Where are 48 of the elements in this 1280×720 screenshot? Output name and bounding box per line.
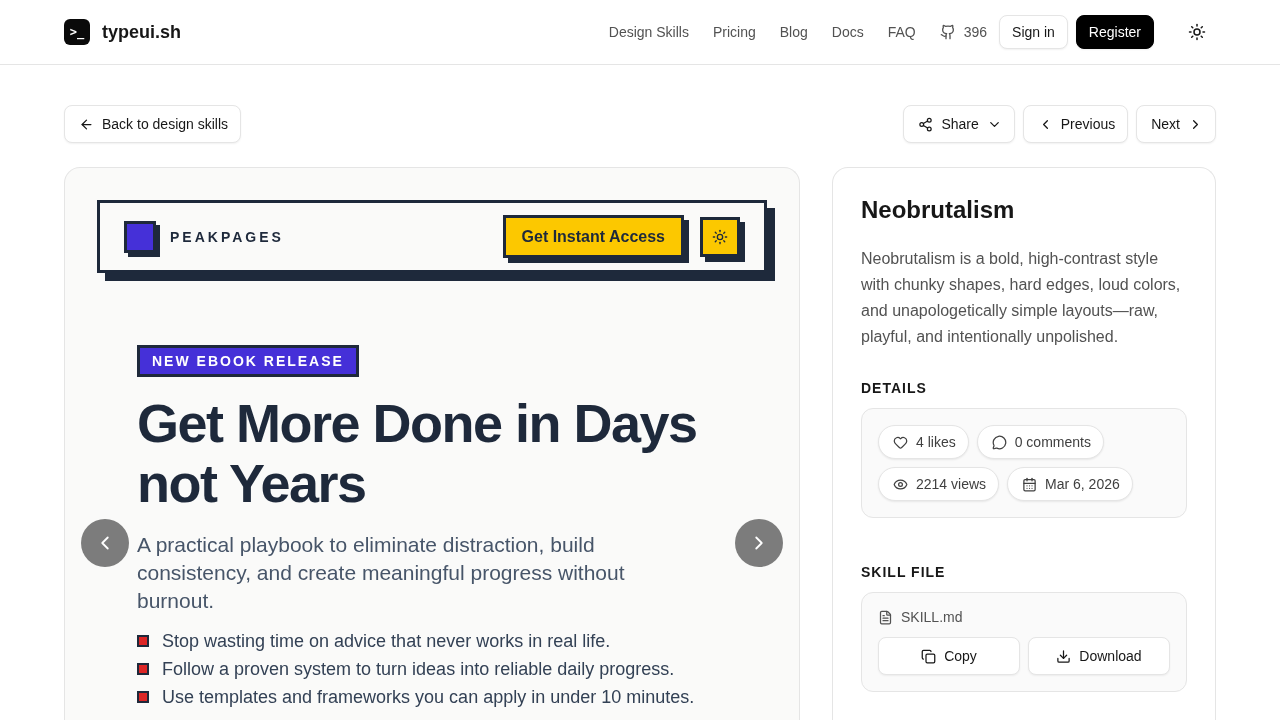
bullet-icon <box>137 635 149 647</box>
file-icon <box>878 609 893 625</box>
download-icon <box>1056 648 1072 664</box>
github-icon <box>939 24 956 40</box>
detail-pill: 4 likes <box>878 425 969 459</box>
sun-icon <box>712 228 728 245</box>
theme-toggle-icon[interactable] <box>1188 23 1206 41</box>
bullet-text: Follow a proven system to turn ideas into reliable daily progress. <box>162 659 675 679</box>
next-button[interactable]: Next <box>1136 105 1216 143</box>
calendar-icon <box>1022 476 1038 492</box>
detail-pill: Mar 6, 2026 <box>1007 467 1133 501</box>
bullet-text: Use templates and frameworks you can apply in under 10 minutes. <box>162 687 695 707</box>
previous-slide-button[interactable] <box>81 519 129 567</box>
previous-button[interactable]: Previous <box>1022 105 1129 143</box>
nav-link[interactable]: FAQ <box>887 24 916 40</box>
brand-name[interactable]: typeui.sh <box>102 21 181 43</box>
share-icon <box>918 116 934 132</box>
github-stars-link[interactable]: 396 <box>939 24 988 40</box>
heart-icon <box>893 434 908 450</box>
copy-icon <box>921 648 937 664</box>
headline: Get More Done in Days not Years <box>137 393 698 513</box>
comment-icon <box>991 434 1007 450</box>
detail-pill: 2214 views <box>878 467 1000 501</box>
share-button[interactable]: Share <box>903 105 1015 143</box>
details-heading: DETAILS <box>861 380 928 396</box>
nav-link[interactable]: Design Skills <box>608 24 689 40</box>
file-name: SKILL.md <box>878 609 1170 625</box>
release-badge: NEW EBOOK RELEASE <box>137 345 359 377</box>
nav-link[interactable]: Docs <box>831 24 864 40</box>
skill-title: Neobrutalism <box>861 196 1016 224</box>
skill-file-heading: SKILL FILE <box>861 564 947 580</box>
preview-brand: PEAKPAGES <box>170 228 284 245</box>
logo-mark[interactable]: >_ <box>64 19 90 45</box>
detail-pill: 0 comments <box>976 425 1104 459</box>
sign-in-button[interactable]: Sign in <box>999 15 1068 49</box>
bullet-text: Stop wasting time on advice that never works in real life. <box>162 631 611 651</box>
download-button[interactable]: Download <box>1028 637 1170 675</box>
copy-button[interactable]: Copy <box>878 637 1020 675</box>
back-button[interactable]: Back to design skills <box>64 105 242 143</box>
next-slide-button[interactable] <box>735 519 783 567</box>
register-button[interactable]: Register <box>1075 15 1154 49</box>
nav-link[interactable]: Blog <box>779 24 808 40</box>
nav-link[interactable]: Pricing <box>712 24 756 40</box>
eye-icon <box>893 476 908 492</box>
bullet-icon <box>137 663 149 675</box>
bullet-icon <box>137 691 149 703</box>
subheadline: A practical playbook to eliminate distraction, build consistency, and create meaningful progress without burnout. <box>137 532 626 614</box>
skill-description: Neobrutalism is a bold, high-contrast style with chunky shapes, hard edges, loud colors, and unapologetically simple layouts—raw, playful, and intentionally unpolished. <box>861 249 1182 347</box>
